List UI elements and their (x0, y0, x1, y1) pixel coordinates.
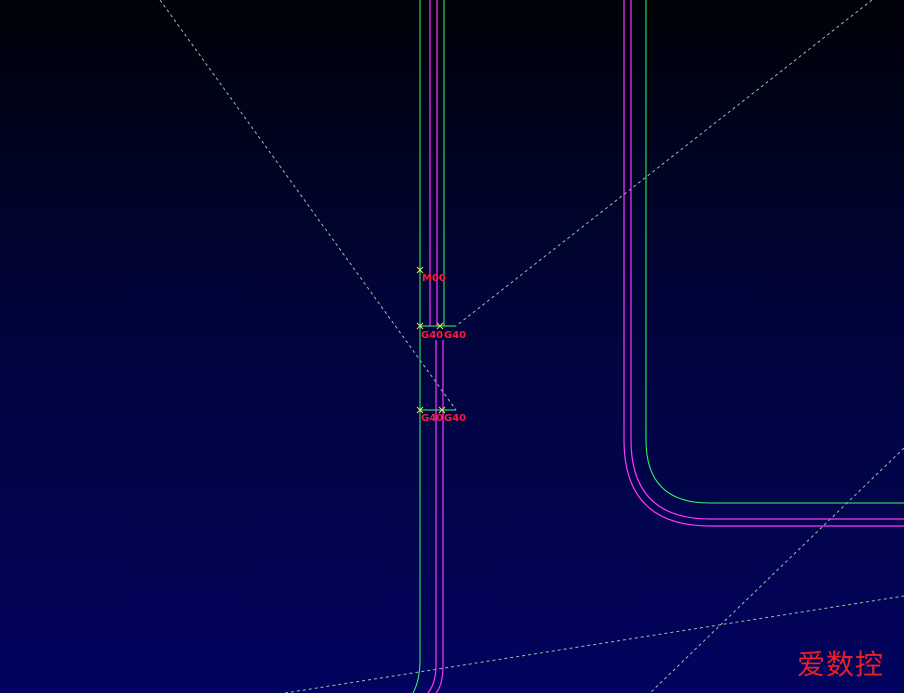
guide-lines (159, 0, 904, 693)
watermark: 爱数控 (796, 648, 884, 681)
contour-slot-left (412, 0, 421, 693)
toolpath-pocket-inner (630, 0, 904, 520)
guide-line-diagonal-left (159, 0, 457, 411)
label-lead-in-upper-right: G40 (444, 330, 466, 341)
toolpath-pocket-outer (623, 0, 904, 527)
label-lead-in-lower-left: G40 (421, 413, 443, 424)
toolpath-canvas[interactable]: M00 G40 G40 G40 G40 (0, 0, 904, 693)
guide-line-diagonal-right (455, 0, 873, 327)
label-start-marker: M00 (422, 273, 446, 284)
label-lead-in-lower-right: G40 (444, 413, 466, 424)
toolpath-descent-b (435, 340, 444, 693)
part-contour (412, 0, 904, 693)
label-lead-in-upper-left: G40 (421, 330, 443, 341)
tool-path (427, 0, 904, 693)
cam-viewport[interactable]: M00 G40 G40 G40 G40 爱数控 (0, 0, 904, 693)
toolpath-descent-a (427, 340, 437, 693)
